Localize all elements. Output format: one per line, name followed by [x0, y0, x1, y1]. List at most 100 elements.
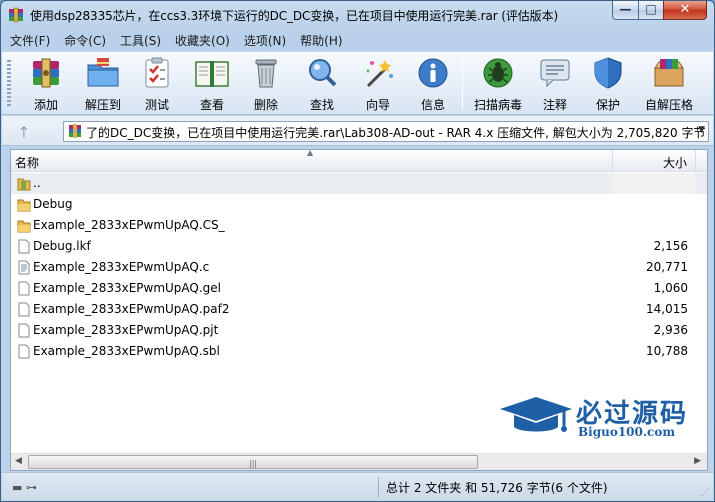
menu-file[interactable]: 文件(F) — [2, 30, 56, 50]
toolbar-grip[interactable] — [7, 60, 11, 108]
winrar-app-icon[interactable] — [8, 7, 24, 23]
comment-button[interactable]: 注释 — [532, 56, 578, 112]
menu-commands[interactable]: 命令(C) — [56, 30, 112, 50]
path-dropdown-icon[interactable]: ▼ — [698, 125, 705, 135]
extract-to-icon — [87, 58, 119, 87]
file-row-parent[interactable]: .. — [11, 173, 707, 194]
add-label: 添加 — [33, 98, 58, 112]
close-icon: ✕ — [679, 2, 691, 17]
status-summary: 总计 2 文件夹 和 51,726 字节(6 个文件) — [386, 481, 608, 495]
protect-icon — [594, 57, 622, 89]
column-divider[interactable] — [612, 150, 613, 172]
scroll-grip-icon: ||| — [249, 459, 258, 468]
file-name: Debug.lkf — [33, 239, 91, 253]
file-icon — [18, 323, 30, 338]
virus-scan-icon — [483, 58, 513, 88]
menu-tools[interactable]: 工具(S) — [112, 30, 167, 50]
file-icon — [18, 302, 30, 317]
comment-label: 注释 — [542, 98, 567, 112]
delete-label: 删除 — [253, 98, 278, 112]
delete-button[interactable]: 删除 — [240, 56, 292, 112]
info-button[interactable]: 信息 — [408, 56, 458, 112]
view-icon — [195, 61, 229, 87]
file-size: 2,156 — [653, 239, 688, 253]
horizontal-scrollbar[interactable]: ◀ ||| ▶ — [11, 453, 707, 470]
find-icon — [309, 59, 337, 87]
file-name: Debug — [33, 197, 73, 211]
find-button[interactable]: 查找 — [296, 56, 348, 112]
folder-icon — [17, 199, 31, 212]
menu-options[interactable]: 选项(N) — [236, 30, 292, 50]
wizard-icon — [366, 60, 393, 88]
minimize-button[interactable]: — — [612, 1, 639, 20]
file-row[interactable]: Debug.lkf 2,156 — [11, 236, 707, 257]
scroll-thumb[interactable]: ||| — [28, 455, 478, 469]
menu-help[interactable]: 帮助(H) — [292, 30, 348, 50]
menu-favorites[interactable]: 收藏夹(O) — [167, 30, 236, 50]
up-arrow-icon[interactable]: 🡑 — [20, 122, 28, 147]
minimize-icon: — — [619, 2, 632, 16]
close-button[interactable]: ✕ — [663, 1, 707, 20]
graduation-cap-icon — [500, 397, 572, 432]
test-icon — [145, 57, 169, 88]
disk-key-icon[interactable]: ▬ ⊶ — [12, 481, 37, 494]
file-row[interactable]: Example_2833xEPwmUpAQ.CS_ — [11, 215, 707, 236]
add-archive-icon — [33, 58, 59, 88]
file-row[interactable]: Example_2833xEPwmUpAQ.paf2 14,015 — [11, 299, 707, 320]
wizard-button[interactable]: 向导 — [352, 56, 404, 112]
file-name: Example_2833xEPwmUpAQ.gel — [33, 281, 222, 295]
wizard-label: 向导 — [365, 98, 390, 112]
file-row[interactable]: Example_2833xEPwmUpAQ.sbl 10,788 — [11, 341, 707, 362]
add-button[interactable]: 添加 — [18, 56, 74, 112]
column-header: ▲ 名称 大小 — [11, 150, 707, 172]
c-source-file-icon — [18, 260, 30, 275]
parent-folder-icon — [17, 178, 31, 191]
view-button[interactable]: 查看 — [186, 56, 238, 112]
file-size: 2,936 — [653, 323, 688, 337]
file-row[interactable]: Example_2833xEPwmUpAQ.gel 1,060 — [11, 278, 707, 299]
file-name: Example_2833xEPwmUpAQ.CS_ — [33, 218, 225, 232]
file-icon — [18, 281, 30, 296]
file-row[interactable]: Debug — [11, 194, 707, 215]
virus-scan-button[interactable]: 扫描病毒 — [468, 56, 528, 112]
title-bar: 使用dsp28335芯片，在ccs3.3环境下运行的DC_DC变换，已在项目中使… — [1, 1, 714, 29]
test-button[interactable]: 测试 — [132, 56, 182, 112]
sfx-button[interactable]: 自解压格 — [640, 56, 698, 112]
status-bar: ▬ ⊶ 总计 2 文件夹 和 51,726 字节(6 个文件) ⋰ — [2, 472, 713, 501]
protect-button[interactable]: 保护 — [585, 56, 631, 112]
column-size[interactable]: 大小 — [663, 154, 687, 171]
file-icon — [18, 344, 30, 359]
column-divider[interactable] — [695, 150, 696, 172]
file-size: 1,060 — [653, 281, 688, 295]
watermark-url: Biguo100.com — [578, 425, 676, 439]
file-size: 14,015 — [646, 302, 688, 316]
path-text: 了的DC_DC变换，已在项目中使用运行完美.rar\Lab308-AD-out … — [86, 126, 706, 140]
delete-icon — [255, 59, 277, 88]
maximize-icon: □ — [645, 2, 657, 16]
sfx-label: 自解压格 — [644, 98, 693, 112]
watermark-logo: 必过源码 Biguo100.com — [498, 393, 704, 441]
status-separator — [378, 477, 379, 497]
menu-bar: 文件(F) 命令(C) 工具(S) 收藏夹(O) 选项(N) 帮助(H) — [2, 30, 713, 50]
scroll-right-icon[interactable]: ▶ — [694, 456, 701, 466]
extract-to-button[interactable]: 解压到 — [75, 56, 131, 112]
file-icon — [18, 239, 30, 254]
info-label: 信息 — [420, 98, 445, 112]
resize-grip-icon[interactable]: ⋰ — [701, 488, 710, 498]
window-title: 使用dsp28335芯片，在ccs3.3环境下运行的DC_DC变换，已在项目中使… — [30, 9, 559, 23]
path-field[interactable]: 了的DC_DC变换，已在项目中使用运行完美.rar\Lab308-AD-out … — [63, 121, 709, 142]
sort-ascending-icon: ▲ — [307, 149, 314, 157]
file-row[interactable]: Example_2833xEPwmUpAQ.pjt 2,936 — [11, 320, 707, 341]
extract-to-label: 解压到 — [84, 98, 121, 112]
view-label: 查看 — [199, 98, 224, 112]
sfx-icon — [654, 59, 684, 87]
test-label: 测试 — [144, 98, 169, 112]
file-row[interactable]: Example_2833xEPwmUpAQ.c 20,771 — [11, 257, 707, 278]
comment-icon — [540, 59, 570, 88]
column-name[interactable]: 名称 — [15, 154, 39, 171]
file-name: Example_2833xEPwmUpAQ.sbl — [33, 344, 220, 358]
scroll-left-icon[interactable]: ◀ — [15, 456, 22, 466]
size-column-bg — [613, 173, 695, 194]
maximize-button[interactable]: □ — [638, 1, 664, 20]
info-icon — [418, 58, 448, 88]
